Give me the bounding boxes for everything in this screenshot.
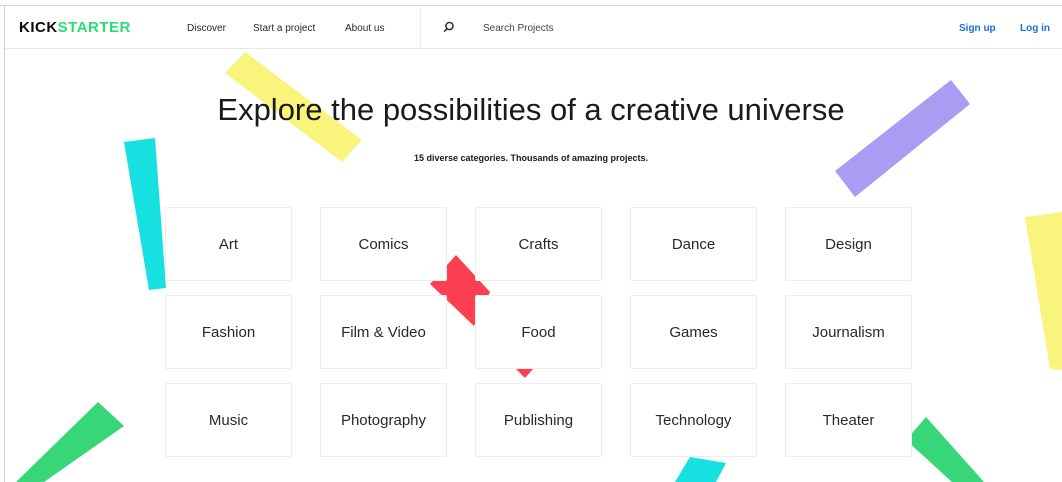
category-card-comics[interactable]: Comics — [320, 207, 447, 281]
category-card-art[interactable]: Art — [165, 207, 292, 281]
category-card-music[interactable]: Music — [165, 383, 292, 457]
nav-discover-link[interactable]: Discover — [187, 23, 226, 34]
category-card-theater[interactable]: Theater — [785, 383, 912, 457]
category-card-journalism[interactable]: Journalism — [785, 295, 912, 369]
nav-about-link[interactable]: About us — [345, 23, 384, 34]
category-card-fashion[interactable]: Fashion — [165, 295, 292, 369]
category-card-food[interactable]: Food — [475, 295, 602, 369]
category-card-photography[interactable]: Photography — [320, 383, 447, 457]
category-card-publishing[interactable]: Publishing — [475, 383, 602, 457]
search-icon[interactable] — [443, 21, 455, 33]
nav-start-project-link[interactable]: Start a project — [253, 23, 315, 34]
kickstarter-logo[interactable]: KICKSTARTER — [19, 19, 131, 36]
category-card-technology[interactable]: Technology — [630, 383, 757, 457]
confetti-green-left — [16, 402, 124, 482]
category-card-dance[interactable]: Dance — [630, 207, 757, 281]
page: KICKSTARTER Discover Start a project Abo… — [0, 0, 1062, 482]
page-title: Explore the possibilities of a creative … — [217, 92, 845, 127]
confetti-yellow-edge — [1025, 212, 1062, 370]
page-subtitle: 15 diverse categories. Thousands of amaz… — [413, 153, 649, 163]
category-card-film-video[interactable]: Film & Video — [320, 295, 447, 369]
confetti-cyan-bottom — [675, 457, 726, 482]
category-grid: Art Comics Crafts Dance Design Fashion F… — [165, 207, 912, 457]
nav-divider — [420, 7, 421, 48]
logo-text-kick: KICK — [19, 19, 58, 36]
logo-text-starter: STARTER — [57, 19, 131, 36]
log-in-link[interactable]: Log in — [1020, 23, 1050, 34]
sign-up-link[interactable]: Sign up — [959, 23, 996, 34]
category-card-crafts[interactable]: Crafts — [475, 207, 602, 281]
top-nav-bar: KICKSTARTER Discover Start a project Abo… — [5, 7, 1062, 49]
category-card-design[interactable]: Design — [785, 207, 912, 281]
search-input[interactable] — [483, 20, 683, 36]
confetti-green-right — [906, 417, 984, 482]
category-card-games[interactable]: Games — [630, 295, 757, 369]
